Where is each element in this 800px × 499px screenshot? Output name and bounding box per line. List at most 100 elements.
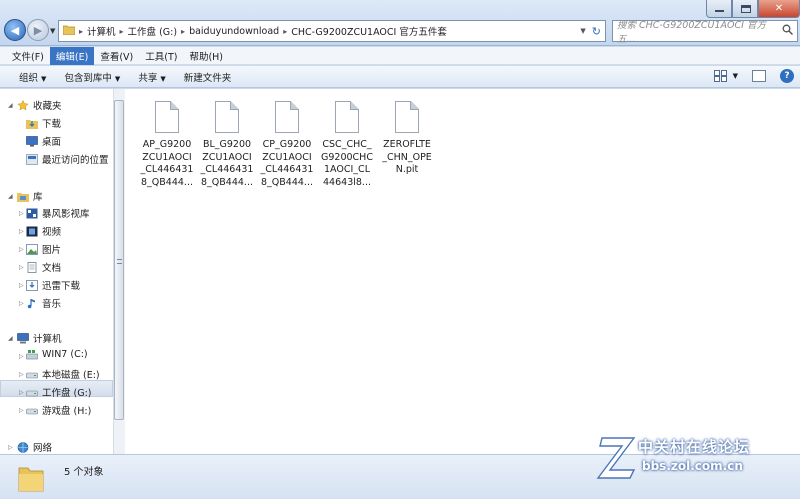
nav-item-drive-c[interactable]: WIN7 (C:) xyxy=(26,349,88,360)
file-item[interactable]: AP_G9200 ZCU1AOCI _CL446431 8_QB444... xyxy=(139,101,195,189)
chevron-down-icon: ▼ xyxy=(50,27,56,35)
picture-icon xyxy=(26,243,38,255)
help-icon: ? xyxy=(784,71,790,81)
nav-item-label: 游戏盘 (H:) xyxy=(42,406,92,417)
nav-item-drive-e[interactable]: 本地磁盘 (E:) xyxy=(26,367,100,381)
view-options-button[interactable]: ▼ xyxy=(713,70,738,82)
include-library-button[interactable]: 包含到库中 ▼ xyxy=(55,70,129,84)
breadcrumb-drive-g[interactable]: 工作盘 (G:) xyxy=(124,24,182,38)
close-button[interactable]: ✕ xyxy=(758,0,800,18)
file-name-line: G9200CHC xyxy=(321,151,373,163)
file-name-line: 8_QB444... xyxy=(261,176,313,188)
download-folder-icon xyxy=(26,119,38,129)
nav-item-drive-g[interactable]: 工作盘 (G:) xyxy=(26,385,92,399)
navigation-pane: ◢ 收藏夹 下载 桌面 最近访问的位置 ◢ 库 ▷ 暴风影视库 ▷ 视频 ▷ 图… xyxy=(0,89,114,454)
nav-item-desktop[interactable]: 桌面 xyxy=(26,134,61,148)
hard-drive-icon xyxy=(26,372,38,378)
folder-icon xyxy=(59,24,79,38)
share-button[interactable]: 共享 ▼ xyxy=(129,70,174,84)
file-item[interactable]: ZEROFLTE _CHN_OPE N.pit xyxy=(379,101,435,177)
file-item[interactable]: BL_G9200 ZCU1AOCI _CL446431 8_QB444... xyxy=(199,101,255,189)
nav-scrollbar-thumb[interactable] xyxy=(114,100,124,420)
expand-triangle-icon[interactable]: ▷ xyxy=(19,228,24,235)
item-count: 5 个对象 xyxy=(64,467,104,478)
file-name-line: 1AOCI_CL xyxy=(324,164,370,175)
file-name-line: _CL446431 xyxy=(200,164,254,175)
folder-icon xyxy=(18,467,44,492)
expand-triangle-icon[interactable]: ▷ xyxy=(19,353,24,360)
search-icon[interactable] xyxy=(782,24,794,38)
file-name-line: N.pit xyxy=(395,164,419,175)
nav-item-label: 迅雷下载 xyxy=(42,281,81,292)
nav-item-baofeng-library[interactable]: 暴风影视库 xyxy=(26,206,90,220)
chevron-down-icon: ▼ xyxy=(114,74,121,83)
collapse-triangle-icon[interactable]: ◢ xyxy=(8,335,13,342)
menu-help[interactable]: 帮助(H) xyxy=(183,47,229,65)
zol-logo-icon xyxy=(596,437,636,479)
expand-triangle-icon[interactable]: ▷ xyxy=(19,371,24,378)
nav-item-label: 桌面 xyxy=(42,137,62,148)
search-box[interactable]: 搜索 CHC-G9200ZCU1AOCI 官方五... xyxy=(612,17,798,45)
menu-edit[interactable]: 编辑(E) xyxy=(49,46,95,65)
breadcrumb-baiduyundownload[interactable]: baiduyundownload xyxy=(185,26,283,37)
arrow-right-icon: ▶ xyxy=(33,23,43,37)
expand-triangle-icon[interactable]: ▷ xyxy=(19,389,24,396)
back-button[interactable]: ◀ xyxy=(4,19,26,41)
close-icon: ✕ xyxy=(774,3,784,14)
nav-item-label: 下载 xyxy=(42,119,62,130)
forward-button[interactable]: ▶ xyxy=(27,19,49,41)
hard-drive-icon xyxy=(26,408,38,414)
maximize-button[interactable] xyxy=(732,0,758,18)
nav-item-pictures[interactable]: 图片 xyxy=(26,242,61,256)
nav-computer[interactable]: 计算机 xyxy=(17,331,62,345)
computer-icon xyxy=(17,332,29,343)
nav-item-drive-h[interactable]: 游戏盘 (H:) xyxy=(26,403,91,417)
help-button[interactable]: ? xyxy=(780,69,794,83)
address-dropdown-icon[interactable]: ▼ xyxy=(580,27,585,35)
chevron-down-icon: ▼ xyxy=(41,74,47,83)
expand-triangle-icon[interactable]: ▷ xyxy=(19,282,24,289)
expand-triangle-icon[interactable]: ▷ xyxy=(19,264,24,271)
nav-item-label: 音乐 xyxy=(42,299,62,310)
search-input[interactable]: 搜索 CHC-G9200ZCU1AOCI 官方五... xyxy=(617,17,782,45)
system-drive-icon xyxy=(26,350,38,360)
file-name-line: CP_G9200 xyxy=(262,139,312,150)
nav-item-label: 文档 xyxy=(42,263,62,274)
nav-item-videos[interactable]: 视频 xyxy=(26,224,61,238)
nav-network[interactable]: 网络 xyxy=(17,440,52,454)
expand-triangle-icon[interactable]: ▷ xyxy=(19,210,24,217)
nav-item-recent-places[interactable]: 最近访问的位置 xyxy=(26,152,109,166)
expand-triangle-icon[interactable]: ▷ xyxy=(19,407,24,414)
file-item[interactable]: CP_G9200 ZCU1AOCI _CL446431 8_QB444... xyxy=(259,101,315,189)
menu-tools[interactable]: 工具(T) xyxy=(139,47,183,65)
new-folder-button[interactable]: 新建文件夹 xyxy=(175,70,241,84)
nav-item-music[interactable]: 音乐 xyxy=(26,296,61,310)
file-name-line: 44643l8... xyxy=(323,176,371,188)
nav-item-downloads[interactable]: 下载 xyxy=(26,116,61,130)
file-name-line: 8_QB444... xyxy=(141,176,193,188)
nav-libraries[interactable]: 库 xyxy=(17,189,43,203)
expand-triangle-icon[interactable]: ▷ xyxy=(19,246,24,253)
menu-file[interactable]: 文件(F) xyxy=(6,47,50,65)
address-bar[interactable]: ▸ 计算机 ▸ 工作盘 (G:) ▸ baiduyundownload ▸ CH… xyxy=(58,20,606,42)
video-library-icon xyxy=(26,208,38,218)
organize-button[interactable]: 组织 ▼ xyxy=(10,70,55,84)
nav-favorites[interactable]: 收藏夹 xyxy=(17,98,62,112)
menu-view[interactable]: 查看(V) xyxy=(94,47,139,65)
breadcrumb-computer[interactable]: 计算机 xyxy=(83,24,120,38)
collapse-triangle-icon[interactable]: ◢ xyxy=(8,102,13,109)
nav-item-xunlei-downloads[interactable]: 迅雷下载 xyxy=(26,278,80,292)
minimize-button[interactable] xyxy=(706,0,732,18)
expand-triangle-icon[interactable]: ▷ xyxy=(19,300,24,307)
nav-item-documents[interactable]: 文档 xyxy=(26,260,61,274)
preview-pane-button[interactable] xyxy=(752,70,766,82)
breadcrumb-current-folder[interactable]: CHC-G9200ZCU1AOCI 官方五件套 xyxy=(287,24,451,38)
refresh-icon[interactable]: ↻ xyxy=(592,25,601,38)
file-icon xyxy=(335,101,359,133)
file-item[interactable]: CSC_CHC_ G9200CHC 1AOCI_CL 44643l8... xyxy=(319,101,375,189)
expand-triangle-icon[interactable]: ▷ xyxy=(8,444,13,451)
collapse-triangle-icon[interactable]: ◢ xyxy=(8,193,13,200)
history-dropdown-button[interactable]: ▼ xyxy=(50,27,55,35)
file-name-line: AP_G9200 xyxy=(142,139,192,150)
file-list[interactable]: AP_G9200 ZCU1AOCI _CL446431 8_QB444... B… xyxy=(125,89,800,454)
